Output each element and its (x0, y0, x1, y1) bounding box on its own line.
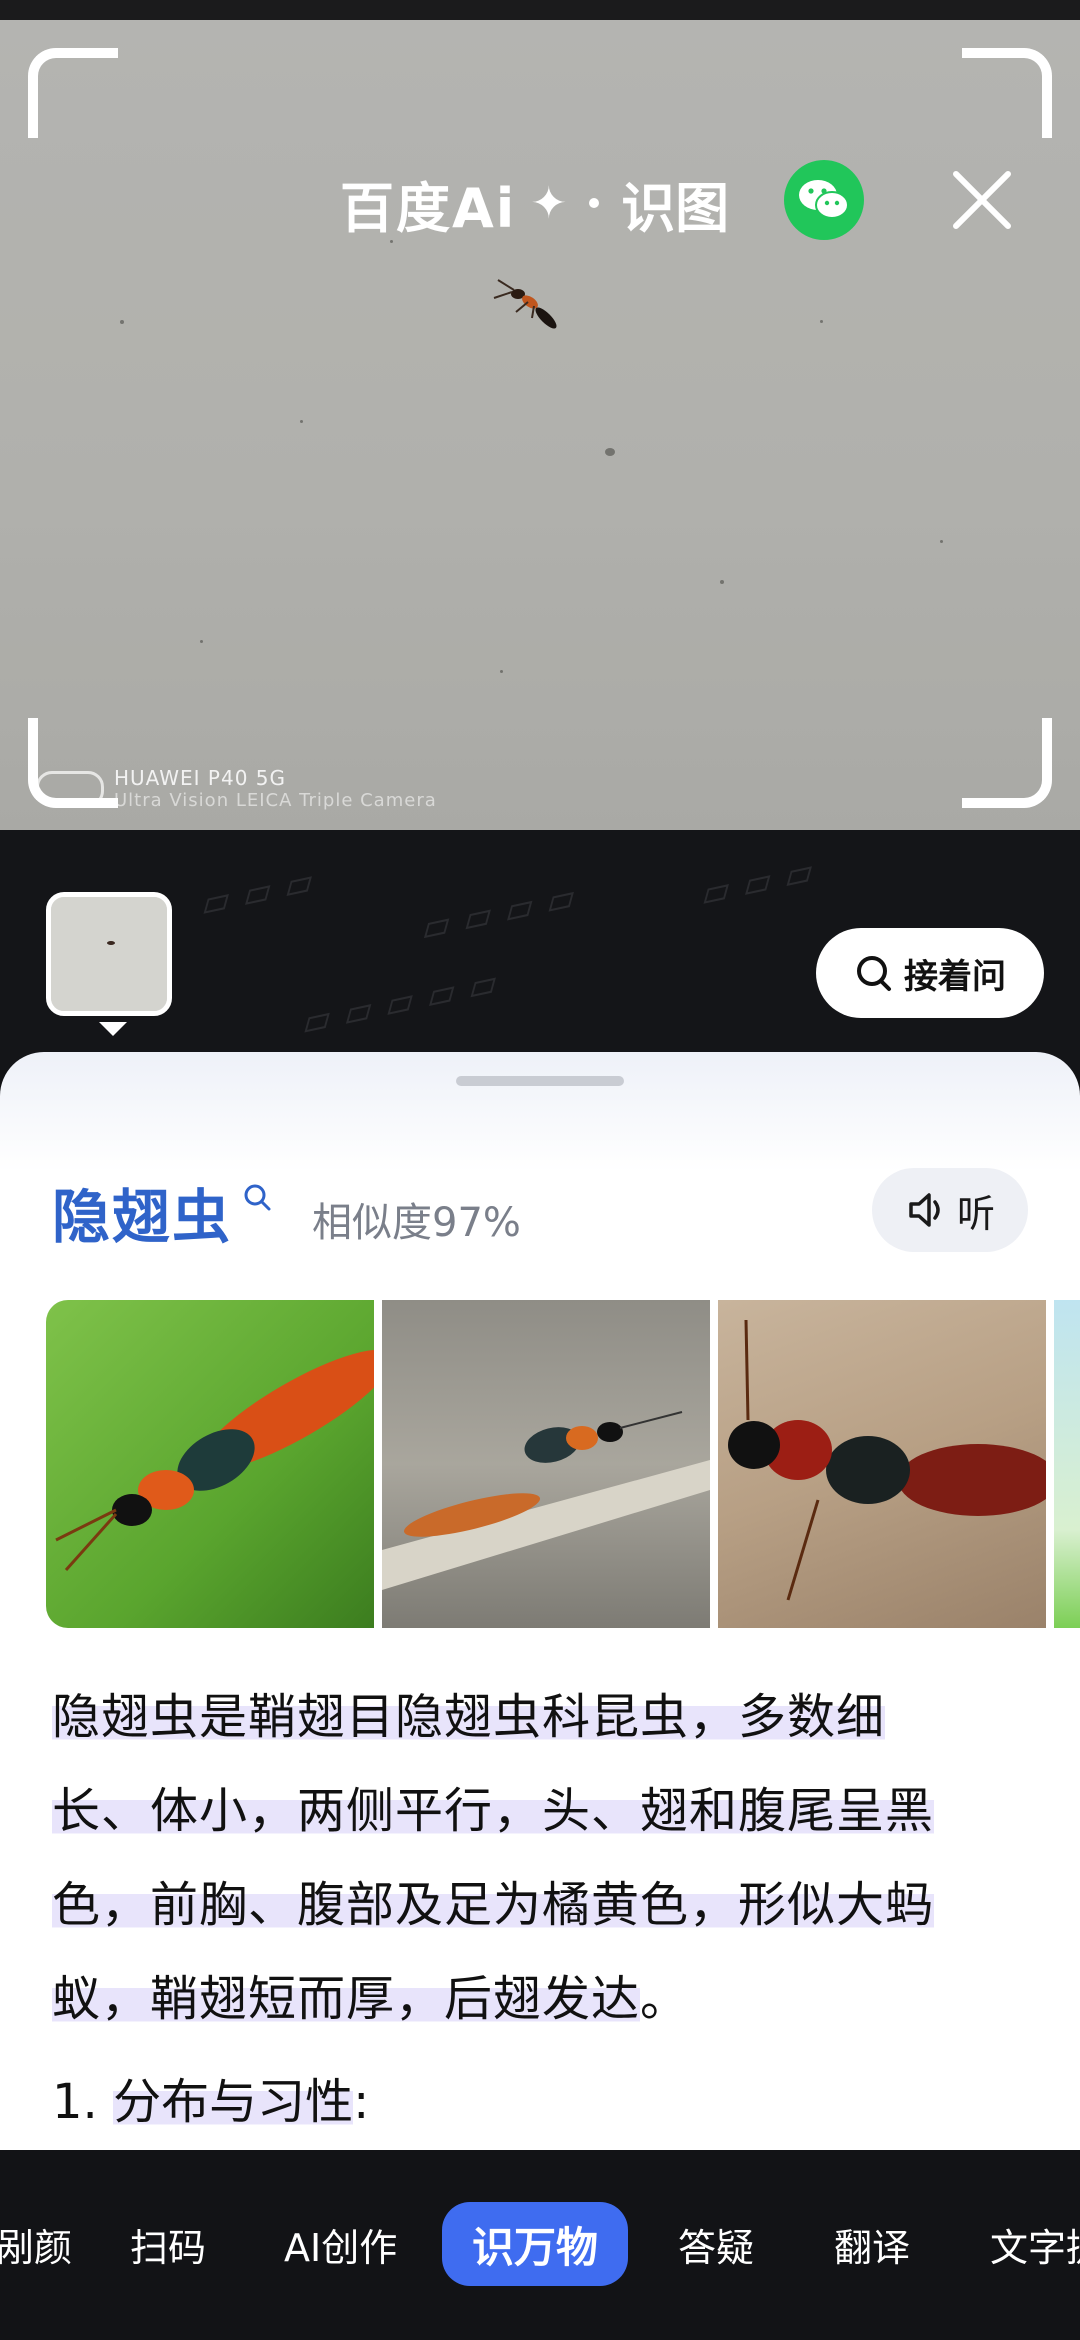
description-line: 隐翅虫是鞘翅目隐翅虫科昆虫，多数细 (52, 1689, 886, 1745)
reference-image-gallery[interactable] (46, 1300, 1080, 1630)
camera-logo-icon (36, 770, 104, 807)
mode-tab-scan[interactable]: 扫码 (130, 2202, 206, 2286)
listen-button[interactable]: 听 (872, 1168, 1028, 1252)
description-line: 色，前胸、腹部及足为橘黄色，形似大蚂 (52, 1877, 935, 1933)
mode-tab-text[interactable]: 文字提 (990, 2202, 1080, 2286)
mode-tab-beauty[interactable]: 剐颜 (0, 2202, 72, 2286)
watermark-subtitle: Ultra Vision LEICA Triple Camera (114, 790, 437, 811)
app-title: 百度Ai ✦ 识图 (340, 168, 729, 240)
result-sheet[interactable]: 隐翅虫 相似度97% 听 隐翅虫是鞘翅目隐翅虫科昆虫，多数细 长、体小，两侧平行… (0, 1052, 1080, 2152)
camera-watermark: HUAWEI P40 5G Ultra Vision LEICA Triple … (36, 766, 437, 811)
captured-photo (0, 20, 1080, 830)
mode-tab-translate[interactable]: 翻译 (834, 2202, 910, 2286)
description-end: 。 (640, 1971, 690, 2027)
search-icon (857, 956, 891, 991)
follow-up-label: 接着问 (904, 956, 1006, 997)
description-line: 长、体小，两侧平行，头、翅和腹尾呈黑 (52, 1783, 935, 1839)
mode-tab-ai-create[interactable]: AI创作 (284, 2202, 397, 2286)
section-number: 1. (52, 2074, 98, 2130)
gallery-image[interactable] (718, 1300, 1046, 1628)
thumbnail-image (51, 897, 167, 1011)
species-description: 隐翅虫是鞘翅目隐翅虫科昆虫，多数细 长、体小，两侧平行，头、翅和腹尾呈黑 色，前… (52, 1670, 1042, 2046)
gallery-image[interactable] (382, 1300, 710, 1628)
section-heading: 1. 分布与习性: (52, 2062, 369, 2132)
scan-frame-corner (962, 48, 1052, 138)
mode-tab-qa[interactable]: 答疑 (678, 2202, 754, 2286)
description-line: 蚁，鞘翅短而厚，后翅发达 (52, 1971, 641, 2027)
gallery-image[interactable] (1054, 1300, 1080, 1628)
similarity-score: 相似度97% (312, 1200, 521, 1246)
close-icon (953, 171, 1011, 229)
gallery-image[interactable] (46, 1300, 374, 1628)
status-strip (0, 0, 1080, 20)
sheet-drag-handle[interactable] (456, 1076, 624, 1086)
mode-selector-bar[interactable]: 剐颜 扫码 AI创作 识万物 答疑 翻译 文字提 (0, 2150, 1080, 2340)
section-title: 分布与习性 (113, 2074, 354, 2130)
brand-star-icon: ✦ (530, 177, 568, 229)
follow-up-button[interactable]: 接着问 (816, 928, 1044, 1018)
insect-in-photo (493, 279, 557, 329)
listen-label: 听 (956, 1191, 995, 1236)
search-icon[interactable] (242, 1182, 272, 1212)
title-separator (589, 198, 600, 208)
scan-frame-corner (28, 48, 118, 138)
speaker-icon (909, 1193, 940, 1227)
species-name[interactable]: 隐翅虫 (52, 1170, 232, 1254)
scan-frame-corner (962, 718, 1052, 808)
section-colon: : (353, 2074, 370, 2130)
mode-tab-identify[interactable]: 识万物 (442, 2202, 629, 2286)
brand-name: 百度Ai (340, 176, 517, 240)
wechat-share-button[interactable] (784, 160, 864, 240)
feature-name: 识图 (621, 176, 730, 240)
wechat-icon (799, 180, 849, 219)
close-button[interactable] (942, 160, 1022, 240)
watermark-model: HUAWEI P40 5G (114, 766, 287, 790)
thumbnail-pointer (99, 1022, 127, 1036)
result-title-row: 隐翅虫 相似度97% (52, 1170, 521, 1254)
captured-thumbnail[interactable] (46, 892, 172, 1016)
